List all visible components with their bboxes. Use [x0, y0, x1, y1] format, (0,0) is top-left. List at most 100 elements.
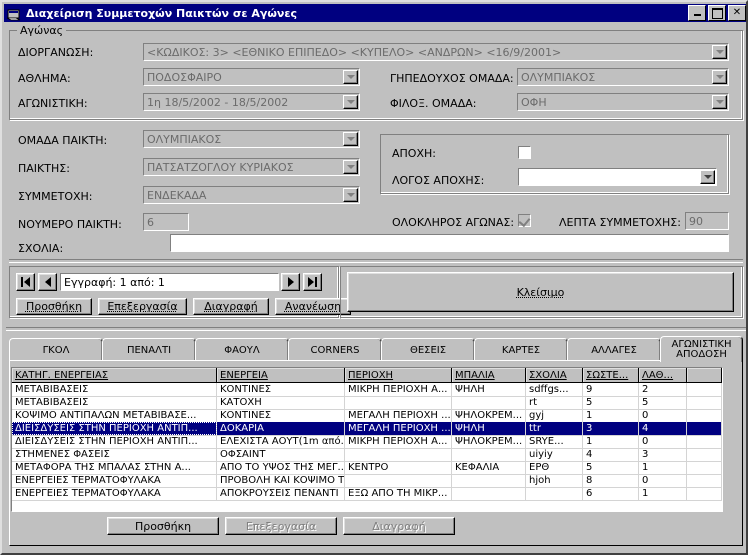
table-cell[interactable]: ΚΕΦΑΛΙΑ — [452, 461, 526, 474]
table-cell[interactable]: ΔΙΕΙΣΔΥΣΕΙΣ ΣΤΗΝ ΠΕΡΙΟΧΗ ΑΝΤΙΠ... — [12, 422, 217, 435]
table-cell[interactable] — [687, 435, 722, 448]
table-cell[interactable]: ΕΝΕΡΓΕΙΕΣ ΤΕΡΜΑΤΟΦΥΛΑΚΑ — [12, 474, 217, 487]
table-cell[interactable]: ΟΦΣΑΙΝΤ — [217, 448, 345, 461]
grid-column-header-5[interactable]: ΣΩΣΤΕ... — [583, 368, 639, 383]
tab-faoul[interactable]: ΦΑΟΥΛ — [195, 338, 289, 362]
table-cell[interactable]: 8 — [583, 474, 639, 487]
table-cell[interactable]: 4 — [639, 422, 687, 435]
table-cell[interactable]: sdffgs... — [526, 383, 583, 396]
maximize-button[interactable] — [708, 5, 726, 21]
table-cell[interactable]: 4 — [583, 448, 639, 461]
table-cell[interactable]: ΕΛΕΧΙΣΤΑ ΑΟΥΤ(1m από... — [217, 435, 345, 448]
table-row[interactable]: ΔΙΕΙΣΔΥΣΕΙΣ ΣΤΗΝ ΠΕΡΙΟΧΗ ΑΝΤΙΠ... ΔΟΚΑΡΙΑ… — [12, 422, 722, 436]
table-cell[interactable]: SRYE... — [526, 435, 583, 448]
table-cell[interactable]: ΔΟΚΑΡΙΑ — [217, 422, 345, 435]
table-cell[interactable]: ΚΑΤΟΧΗ — [217, 396, 345, 409]
title-bar[interactable]: Διαχείριση Συμμετοχών Παικτών σε Αγώνες … — [4, 4, 746, 22]
table-cell[interactable]: ΨΗΛΗ — [452, 383, 526, 396]
table-cell[interactable]: ΚΟΝΤΙΝΕΣ — [217, 383, 345, 396]
table-cell[interactable] — [687, 461, 722, 474]
table-cell[interactable]: hjoh — [526, 474, 583, 487]
table-cell[interactable]: ΜΕΓΑΛΗ ΠΕΡΙΟΧΗ ... — [345, 409, 452, 422]
table-cell[interactable]: ΚΟΨΙΜΟ ΑΝΤΙΠΑΛΩΝ ΜΕΤΑΒΙΒΑΣΕ... — [12, 409, 217, 422]
first-record-button[interactable] — [16, 273, 35, 291]
table-cell[interactable]: 0 — [639, 474, 687, 487]
full-match-checkbox[interactable] — [518, 214, 531, 228]
grid-add-button[interactable]: Προσθήκη — [107, 517, 219, 535]
last-record-button[interactable] — [303, 273, 322, 291]
table-row[interactable]: ΣΤΗΜΕΝΕΣ ΦΑΣΕΙΣ ΟΦΣΑΙΝΤ uiyiy 4 3 — [12, 448, 722, 462]
grid-column-header-3[interactable]: ΜΠΑΛΙΑ — [452, 368, 526, 383]
table-cell[interactable] — [452, 474, 526, 487]
performance-grid[interactable]: ΚΑΤΗΓ. ΕΝΕΡΓΕΙΑΣ ΕΝΕΡΓΕΙΑ ΠΕΡΙΟΧΗ ΜΠΑΛΙΑ ΣΧΟ… — [11, 367, 723, 512]
organization-combo[interactable]: <ΚΩΔΙΚΟΣ: 3> <ΕΘΝΙΚΟ ΕΠΙΠΕΔΟ> <ΚΥΠΕΛΟ> <… — [143, 43, 729, 61]
table-cell[interactable]: ΕΡΘ — [526, 461, 583, 474]
add-record-button[interactable]: Προσθήκη — [16, 298, 92, 315]
tab-kartes[interactable]: ΚΑΡΤΕΣ — [474, 338, 568, 362]
edit-record-button[interactable]: Επεξεργασία — [98, 298, 187, 315]
absence-reason-combo[interactable] — [518, 168, 717, 186]
table-cell[interactable] — [345, 448, 452, 461]
table-cell[interactable]: 1 — [639, 487, 687, 500]
table-cell[interactable]: ΣΤΗΜΕΝΕΣ ΦΑΣΕΙΣ — [12, 448, 217, 461]
table-cell[interactable] — [526, 487, 583, 500]
table-cell[interactable]: ΜΕΤΑΒΙΒΑΣΕΙΣ — [12, 396, 217, 409]
matchday-combo[interactable]: 1η 18/5/2002 - 18/5/2002 — [143, 93, 360, 111]
table-cell[interactable]: ΜΙΚΡΗ ΠΕΡΙΟΧΗ Α... — [345, 383, 452, 396]
table-cell[interactable] — [452, 487, 526, 500]
absence-checkbox[interactable] — [518, 146, 531, 159]
chevron-down-icon[interactable] — [343, 95, 358, 109]
table-cell[interactable]: ΕΞΩ ΑΠΟ ΤΗ ΜΙΚΡ... — [345, 487, 452, 500]
table-cell[interactable]: 0 — [639, 435, 687, 448]
table-row[interactable]: ΔΙΕΙΣΔΥΣΕΙΣ ΣΤΗΝ ΠΕΡΙΟΧΗ ΑΝΤΙΠ... ΕΛΕΧΙΣΤ… — [12, 435, 722, 449]
table-row[interactable]: ΜΕΤΑΒΙΒΑΣΕΙΣ ΚΑΤΟΧΗ rt 5 5 — [12, 396, 722, 410]
table-cell[interactable]: ΕΝΕΡΓΕΙΕΣ ΤΕΡΜΑΤΟΦΥΛΑΚΑ — [12, 487, 217, 500]
next-record-button[interactable] — [281, 273, 300, 291]
participation-combo[interactable]: ΕΝΔΕΚΑΔΑ — [143, 186, 360, 204]
player-team-combo[interactable]: ΟΛΥΜΠΙΑΚΟΣ — [143, 130, 360, 148]
table-cell[interactable] — [687, 383, 722, 396]
table-row[interactable]: ΜΕΤΑΦΟΡΑ ΤΗΣ ΜΠΑΛΑΣ ΣΤΗΝ Α... ΑΠΟ ΤΟ ΥΨΟΣ… — [12, 461, 722, 475]
chevron-down-icon[interactable] — [712, 95, 727, 109]
chevron-down-icon[interactable] — [343, 188, 358, 202]
table-cell[interactable]: ΜΕΤΑΒΙΒΑΣΕΙΣ — [12, 383, 217, 396]
comments-input[interactable] — [170, 234, 729, 252]
minutes-input[interactable]: 90 — [685, 212, 729, 230]
grid-column-header-0[interactable]: ΚΑΤΗΓ. ΕΝΕΡΓΕΙΑΣ — [12, 368, 217, 383]
tab-allages[interactable]: ΑΛΛΑΓΕΣ — [567, 338, 661, 362]
table-cell[interactable]: ΨΗΛΟΚΡΕΜ... — [452, 435, 526, 448]
table-cell[interactable]: ΠΡΟΒΟΛΗ ΚΑΙ ΚΟΨΙΜΟ Τ... — [217, 474, 345, 487]
table-cell[interactable]: 0 — [639, 409, 687, 422]
table-cell[interactable]: 6 — [583, 487, 639, 500]
close-button[interactable]: ✕ — [728, 5, 746, 21]
table-cell[interactable]: ttr — [526, 422, 583, 435]
table-row[interactable]: ΚΟΨΙΜΟ ΑΝΤΙΠΑΛΩΝ ΜΕΤΑΒΙΒΑΣΕ... ΚΟΝΤΙΝΕΣ ΜΕ… — [12, 409, 722, 423]
table-cell[interactable] — [452, 448, 526, 461]
table-cell[interactable]: 3 — [639, 448, 687, 461]
chevron-down-icon[interactable] — [343, 160, 358, 174]
table-cell[interactable]: 1 — [583, 409, 639, 422]
chevron-down-icon[interactable] — [712, 45, 727, 59]
table-cell[interactable]: gyj — [526, 409, 583, 422]
table-row[interactable]: ΕΝΕΡΓΕΙΕΣ ΤΕΡΜΑΤΟΦΥΛΑΚΑ ΠΡΟΒΟΛΗ ΚΑΙ ΚΟΨΙΜ… — [12, 474, 722, 488]
home-team-combo[interactable]: ΟΛΥΜΠΙΑΚΟΣ — [517, 68, 729, 86]
grid-delete-button[interactable]: Διαγραφή — [343, 517, 455, 535]
table-cell[interactable]: 5 — [583, 396, 639, 409]
table-cell[interactable] — [345, 474, 452, 487]
grid-column-header-1[interactable]: ΕΝΕΡΓΕΙΑ — [217, 368, 345, 383]
sport-combo[interactable]: ΠΟΔΟΣΦΑΙΡΟ — [143, 68, 360, 86]
table-cell[interactable]: ΚΟΝΤΙΝΕΣ — [217, 409, 345, 422]
tab-corners[interactable]: CORNERS — [288, 338, 382, 362]
table-cell[interactable]: 1 — [639, 461, 687, 474]
table-cell[interactable]: 3 — [583, 422, 639, 435]
table-cell[interactable] — [687, 448, 722, 461]
table-cell[interactable]: ΚΕΝΤΡΟ — [345, 461, 452, 474]
tab-agonistiki-apodosi[interactable]: ΑΓΩΝΙΣΤΙΚΗ ΑΠΟΔΟΣΗ — [660, 336, 743, 362]
table-cell[interactable]: ΜΕΤΑΦΟΡΑ ΤΗΣ ΜΠΑΛΑΣ ΣΤΗΝ Α... — [12, 461, 217, 474]
chevron-down-icon[interactable] — [700, 170, 715, 184]
minimize-button[interactable] — [688, 5, 706, 21]
table-cell[interactable] — [452, 396, 526, 409]
table-cell[interactable] — [345, 396, 452, 409]
chevron-down-icon[interactable] — [343, 132, 358, 146]
tab-theseis[interactable]: ΘΕΣΕΙΣ — [381, 338, 475, 362]
